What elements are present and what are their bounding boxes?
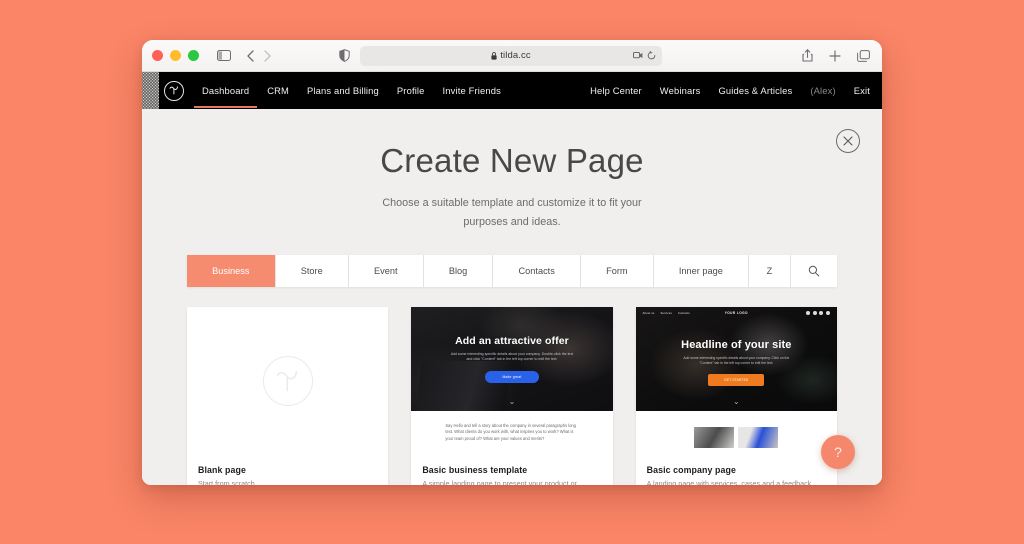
forward-arrow-icon[interactable] [264,49,271,62]
minimize-window-button[interactable] [170,50,181,61]
template-card-basic-company-page[interactable]: About us Services Contacts YOUR LOGO Hea… [635,306,837,485]
site-top-navigation: Dashboard CRM Plans and Billing Profile … [142,72,882,109]
extensions-icon[interactable] [633,51,643,60]
tilda-watermark-icon [262,355,313,406]
address-bar[interactable]: tilda.cc [360,45,662,66]
mini-nav-link-contacts: Contacts [678,311,690,315]
template-description: Start from scratch [198,478,255,485]
nav-link-invite-friends[interactable]: Invite Friends [443,75,501,106]
tab-blog[interactable]: Blog [423,254,494,287]
hero-content: Headline of your site Add some interesti… [636,339,837,387]
preview-hero-section: About us Services Contacts YOUR LOGO Hea… [635,306,837,411]
url-text-wrapper: tilda.cc [491,50,531,61]
template-category-tabs: Business Store Event Blog Contacts Form … [187,254,837,287]
nav-link-dashboard[interactable]: Dashboard [193,75,258,108]
tab-form[interactable]: Form [580,254,654,287]
tab-search[interactable] [790,254,837,287]
mini-nav-link-about-us: About us [642,311,655,315]
maximize-window-button[interactable] [188,50,199,61]
nav-link-webinars[interactable]: Webinars [660,75,701,106]
template-card-blank-page[interactable]: Blank page Start from scratch [187,306,389,485]
close-icon[interactable] [836,129,860,153]
nav-link-guides-and-articles[interactable]: Guides & Articles [718,75,792,106]
preview-hero-section: Add an attractive offer Add some interes… [411,306,613,411]
hero-cta-button[interactable]: Make great [484,371,540,384]
tab-business[interactable]: Business [187,254,276,287]
sidebar-toggle-icon[interactable] [217,50,231,61]
close-window-button[interactable] [152,50,163,61]
mini-logo-text: YOUR LOGO [724,311,748,316]
template-preview-company: About us Services Contacts YOUR LOGO Hea… [635,306,837,455]
url-text: tilda.cc [500,50,531,61]
nav-link-crm[interactable]: CRM [267,75,289,106]
search-icon [808,265,820,277]
nav-link-profile[interactable]: Profile [397,75,425,106]
preview-thumbnail-2 [738,426,779,448]
help-button[interactable]: ? [821,435,855,469]
back-arrow-icon[interactable] [247,49,254,62]
template-grid: Blank page Start from scratch Add an att… [187,306,837,485]
page-content: Create New Page Choose a suitable templa… [142,109,882,485]
mini-social-icons [806,311,830,316]
scroll-down-chevron-icon: ⌄ [508,396,516,406]
nav-link-help-center[interactable]: Help Center [590,75,642,106]
template-preview-business: Add an attractive offer Add some interes… [411,306,613,455]
halftone-texture-strip [142,72,159,109]
nav-link-plans-and-billing[interactable]: Plans and Billing [307,75,379,106]
social-icon-1 [806,311,811,316]
hero-content: Add an attractive offer Add some interes… [411,335,612,384]
browser-toolbar: tilda.cc [142,40,882,72]
hero-headline: Headline of your site [681,339,792,352]
hero-subtext: Add some interesting specific details ab… [683,356,790,366]
nav-link-exit[interactable]: Exit [854,75,870,106]
tilda-logo-icon[interactable] [164,80,184,101]
browser-window: tilda.cc Dashboard CRM Plans and Billing… [142,40,882,485]
tab-overview-icon[interactable] [857,49,870,62]
reload-icon[interactable] [647,51,656,60]
preview-body-text: Say Hello and tell a story about the com… [445,422,576,441]
share-icon[interactable] [802,49,813,62]
preview-body-section: Say Hello and tell a story about the com… [411,410,613,443]
address-bar-actions [633,46,656,66]
template-card-basic-business-template[interactable]: Add an attractive offer Add some interes… [411,306,613,485]
mini-nav-links: About us Services Contacts [643,312,690,315]
reader-shield-icon[interactable] [339,49,350,62]
preview-mini-navigation: About us Services Contacts YOUR LOGO [636,307,837,320]
tab-z[interactable]: Z [748,254,791,287]
preview-thumbnail-row [635,410,837,448]
tab-contacts[interactable]: Contacts [493,254,581,287]
social-icon-2 [812,311,817,316]
hero-headline: Add an attractive offer [455,334,569,347]
browser-right-actions [802,40,870,71]
template-description: A landing page with services, cases and … [646,478,812,485]
template-title: Basic business template [422,464,528,475]
template-preview-blank [187,306,389,455]
social-icon-4 [825,311,830,316]
social-icon-3 [819,311,824,316]
tab-store[interactable]: Store [275,254,349,287]
hero-cta-button[interactable]: GET STARTED [708,374,765,387]
mini-nav-link-services: Services [660,311,673,315]
window-traffic-lights [152,50,199,61]
hero-subtext: Add some interesting specific details ab… [450,351,574,361]
page-subtitle: Choose a suitable template and customize… [382,197,642,228]
new-tab-icon[interactable] [829,49,841,62]
nav-user-name: (Alex) [810,85,836,96]
preview-thumbnail-1 [694,426,735,448]
template-title: Basic company page [646,464,736,475]
template-description: A simple landing page to present your pr… [422,478,577,485]
lock-icon [491,51,497,60]
tab-event[interactable]: Event [348,254,424,287]
template-title: Blank page [198,464,246,475]
nav-right-group: Help Center Webinars Guides & Articles (… [590,75,870,106]
page-title: Create New Page [380,142,644,179]
scroll-down-chevron-icon: ⌄ [732,396,740,406]
tab-inner-page[interactable]: Inner page [653,254,749,287]
